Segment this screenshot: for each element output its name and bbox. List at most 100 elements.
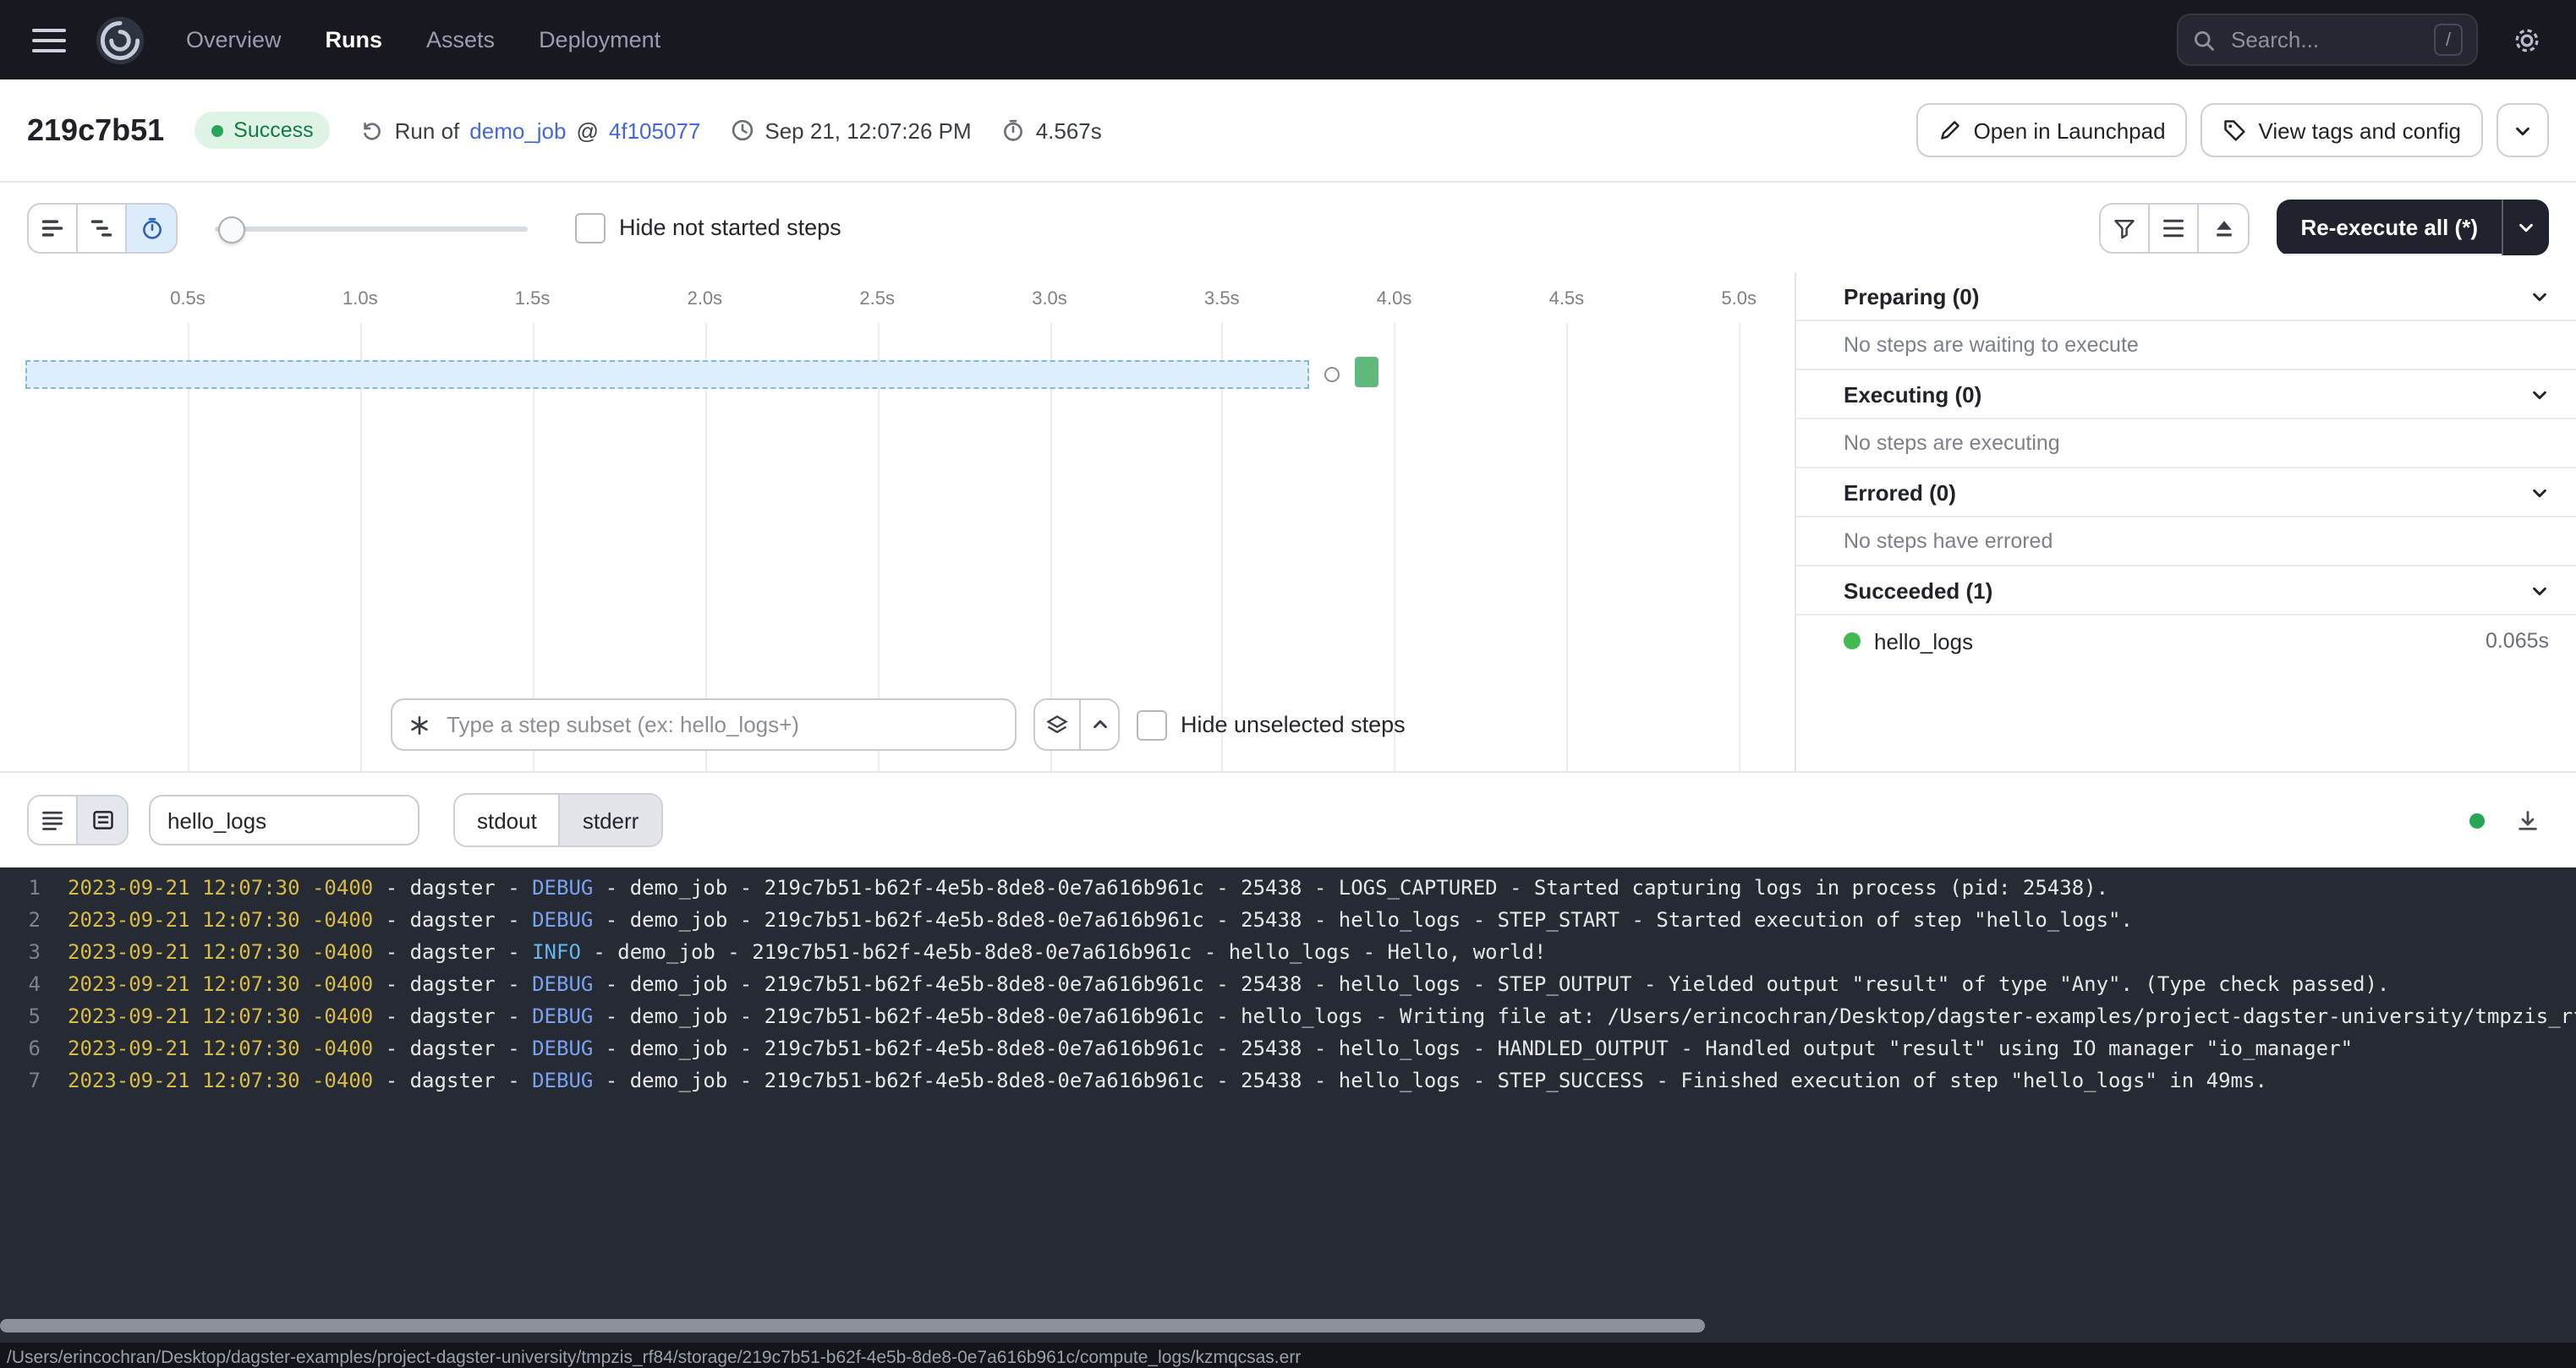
chevron-down-icon (2530, 581, 2549, 599)
gantt-waiting-bar[interactable] (25, 360, 1309, 389)
settings-gear-icon[interactable] (2505, 18, 2549, 62)
panel-section-succeeded[interactable]: Succeeded (1) (1796, 566, 2576, 616)
axis-gridline (1566, 323, 1568, 771)
nav-runs[interactable]: Runs (326, 27, 383, 52)
waterfall-view-button[interactable] (78, 204, 127, 251)
log-line: 32023-09-21 12:07:30 -0400 - dagster - I… (0, 937, 2576, 969)
step-name: hello_logs (1874, 628, 1973, 654)
log-lines: 12023-09-21 12:07:30 -0400 - dagster - D… (0, 873, 2576, 1097)
scroll-to-top-icon (2212, 216, 2235, 239)
run-of-meta: Run of demo_job @ 4f105077 (361, 118, 701, 143)
stderr-tab[interactable]: stderr (561, 795, 660, 845)
waterfall-view-icon (90, 216, 113, 239)
stopwatch-icon (1002, 118, 1026, 142)
filter-button[interactable] (2101, 204, 2150, 251)
run-header-actions: Open in Launchpad View tags and config (1916, 103, 2549, 157)
axis-tick-label: 3.5s (1204, 289, 1240, 309)
download-log-button[interactable] (2505, 798, 2549, 842)
timed-view-stopwatch-icon (140, 216, 163, 239)
slider-handle[interactable] (218, 216, 245, 243)
panel-step-row-hello-logs[interactable]: hello_logs 0.065s (1796, 616, 2576, 666)
axis-tick-label: 5.0s (1721, 289, 1757, 309)
step-subset-input[interactable] (443, 710, 1000, 739)
search-input[interactable] (2228, 25, 2422, 54)
slider-track[interactable] (215, 226, 528, 231)
log-line: 62023-09-21 12:07:30 -0400 - dagster - D… (0, 1033, 2576, 1065)
log-viewer[interactable]: 12023-09-21 12:07:30 -0400 - dagster - D… (0, 867, 2576, 1343)
log-line: 12023-09-21 12:07:30 -0400 - dagster - D… (0, 873, 2576, 905)
rows-button[interactable] (2150, 204, 2199, 251)
panel-empty-message: No steps are waiting to execute (1796, 321, 2576, 370)
nav-assets[interactable]: Assets (426, 27, 495, 52)
pencil-icon (1938, 118, 1962, 142)
horizontal-scrollbar[interactable] (0, 1319, 2576, 1332)
menu-icon[interactable] (27, 18, 71, 62)
panel-empty-message: No steps are executing (1796, 419, 2576, 468)
run-started-at: Sep 21, 12:07:26 PM (765, 118, 971, 143)
run-of-label: Run of (395, 118, 460, 143)
nav-overview[interactable]: Overview (186, 27, 282, 52)
job-name-link[interactable]: demo_job (469, 118, 566, 143)
step-subset-field[interactable] (391, 698, 1017, 751)
graph-query-toggle-group (1033, 698, 1120, 751)
view-tags-config-button[interactable]: View tags and config (2201, 103, 2483, 157)
log-step-filter-input[interactable] (149, 795, 419, 845)
hide-not-started-label: Hide not started steps (619, 215, 841, 240)
reexecute-all-button[interactable]: Re-execute all (*) (2277, 200, 2502, 255)
collapse-query-button[interactable] (1081, 700, 1118, 749)
step-subset-controls: Hide unselected steps (391, 698, 1406, 751)
run-body: Hide unselected steps 0.5s1.0s1.5s2.0s2.… (0, 272, 2576, 773)
raw-log-view-button[interactable] (78, 796, 127, 844)
stdout-tab[interactable]: stdout (455, 795, 561, 845)
log-level-tools-group (2099, 202, 2250, 253)
panel-section-errored[interactable]: Errored (0) (1796, 468, 2576, 517)
log-line-number: 3 (0, 937, 41, 969)
reexecute-options-button[interactable] (2502, 200, 2549, 255)
gantt-step-bar-hello-logs[interactable] (1355, 357, 1378, 387)
search-shortcut-hint: / (2434, 24, 2463, 56)
run-status-badge: Success (195, 112, 331, 149)
dagster-logo-icon[interactable] (95, 14, 145, 65)
nav-deployment[interactable]: Deployment (539, 27, 660, 52)
log-line-text: 2023-09-21 12:07:30 -0400 - dagster - DE… (68, 873, 2108, 905)
scroll-to-top-button[interactable] (2199, 204, 2248, 251)
layers-button[interactable] (1035, 700, 1081, 749)
flat-view-button[interactable] (29, 204, 78, 251)
log-line-number: 6 (0, 1033, 41, 1065)
hide-not-started-checkbox[interactable] (575, 212, 606, 243)
document-icon (90, 808, 114, 832)
run-duration-meta: 4.567s (1002, 118, 1102, 143)
clock-icon (731, 118, 754, 142)
axis-tick-label: 1.0s (343, 289, 378, 309)
open-in-launchpad-button[interactable]: Open in Launchpad (1916, 103, 2188, 157)
log-line-text: 2023-09-21 12:07:30 -0400 - dagster - DE… (68, 1001, 2576, 1033)
run-header: 219c7b51 Success Run of demo_job @ 4f105… (0, 79, 2576, 183)
step-duration: 0.065s (2486, 629, 2549, 653)
panel-section-title: Executing (0) (1844, 381, 2530, 407)
global-search[interactable]: / (2177, 14, 2478, 66)
run-duration: 4.567s (1036, 118, 1102, 143)
timed-view-button[interactable] (127, 204, 176, 251)
run-id-title: 219c7b51 (27, 112, 164, 148)
chevron-down-icon (2530, 483, 2549, 501)
run-more-actions-button[interactable] (2497, 103, 2549, 157)
gantt-zoom-slider[interactable] (215, 204, 528, 251)
rows-icon (2162, 216, 2185, 239)
scrollbar-thumb[interactable] (0, 1319, 1705, 1332)
axis-gridline (1739, 323, 1740, 771)
log-toolbar-right (2469, 798, 2549, 842)
status-dot-success (1844, 632, 1861, 649)
panel-section-title: Preparing (0) (1844, 283, 2530, 309)
reexecute-split-button: Re-execute all (*) (2277, 200, 2549, 255)
snapshot-id-link[interactable]: 4f105077 (609, 118, 700, 143)
panel-section-preparing[interactable]: Preparing (0) (1796, 272, 2576, 321)
axis-gridline (188, 323, 189, 771)
top-nav: Overview Runs Assets Deployment / (0, 0, 2576, 79)
panel-section-executing[interactable]: Executing (0) (1796, 370, 2576, 419)
flat-view-icon (41, 216, 64, 239)
chevron-down-icon (2530, 287, 2549, 305)
structured-log-view-button[interactable] (29, 796, 78, 844)
status-label: Success (233, 118, 314, 142)
log-line-number: 2 (0, 905, 41, 937)
hide-unselected-checkbox[interactable] (1137, 709, 1167, 740)
